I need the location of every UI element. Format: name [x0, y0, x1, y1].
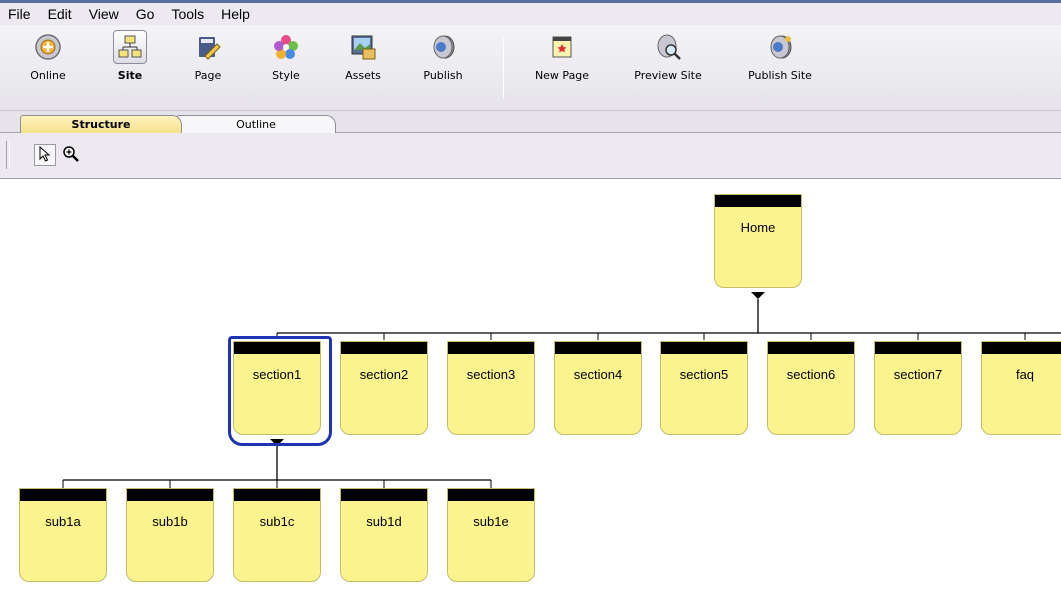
menu-help[interactable]: Help	[219, 5, 252, 23]
page-node-body	[874, 341, 962, 435]
page-node-header	[448, 489, 534, 501]
page-node-label: section1	[252, 367, 302, 382]
zoom-in-icon	[62, 145, 80, 166]
page-node-header	[341, 342, 427, 354]
page-node-body	[19, 488, 107, 582]
page-node-label: section4	[573, 367, 623, 382]
page-node-label: sub1e	[473, 514, 509, 529]
publish-icon	[426, 30, 460, 64]
tab-structure[interactable]: Structure	[20, 115, 182, 133]
page-node-label: sub1d	[366, 514, 402, 529]
online-icon	[31, 30, 65, 64]
style-button[interactable]: Style	[262, 27, 310, 107]
preview-site-icon	[651, 30, 685, 64]
page-node-header	[234, 489, 320, 501]
page-node-header	[234, 342, 320, 354]
page-node-body	[660, 341, 748, 435]
new-page-button[interactable]: New Page	[524, 27, 600, 107]
toolbar-grip[interactable]	[6, 141, 10, 169]
page-node-header	[448, 342, 534, 354]
preview-site-button[interactable]: Preview Site	[630, 27, 706, 107]
pointer-tool-button[interactable]	[34, 144, 56, 166]
page-node-faq[interactable]: faq	[981, 341, 1061, 435]
page-node-header	[875, 342, 961, 354]
page-node-body	[340, 341, 428, 435]
page-node-body	[981, 341, 1061, 435]
assets-button[interactable]: Assets	[338, 27, 388, 107]
page-node-body	[554, 341, 642, 435]
page-node-header	[20, 489, 106, 501]
page-node-body	[126, 488, 214, 582]
pointer-icon	[38, 145, 52, 165]
page-node-sub1a[interactable]: sub1a	[19, 488, 107, 582]
page-node-header	[661, 342, 747, 354]
page-node-sub1b[interactable]: sub1b	[126, 488, 214, 582]
zoom-tool-button[interactable]	[60, 144, 82, 166]
page-node-label: section7	[893, 367, 943, 382]
style-icon	[269, 30, 303, 64]
page-node-label: section6	[786, 367, 836, 382]
new-page-icon	[545, 30, 579, 64]
page-node-label: sub1b	[152, 514, 188, 529]
page-node-label: section3	[466, 367, 516, 382]
expand-triangle-icon	[270, 439, 284, 446]
page-node-label: section2	[359, 367, 409, 382]
page-node-section5[interactable]: section5	[660, 341, 748, 435]
online-button[interactable]: Online	[20, 27, 76, 107]
page-node-header	[555, 342, 641, 354]
page-node-section1[interactable]: section1	[228, 336, 332, 446]
page-node-sub1c[interactable]: sub1c	[233, 488, 321, 582]
publish-button[interactable]: Publish	[416, 27, 470, 107]
menu-edit[interactable]: Edit	[46, 5, 74, 23]
page-node-section2[interactable]: section2	[340, 341, 428, 435]
page-node-section6[interactable]: section6	[767, 341, 855, 435]
page-node-section7[interactable]: section7	[874, 341, 962, 435]
publish-site-icon	[763, 30, 797, 64]
tab-outline[interactable]: Outline	[176, 115, 336, 133]
page-node-body	[767, 341, 855, 435]
site-icon	[113, 30, 147, 64]
page-node-header	[715, 195, 801, 207]
page-node-body	[447, 488, 535, 582]
page-node-body	[233, 341, 321, 435]
site-button[interactable]: Site	[105, 27, 155, 107]
menu-go[interactable]: Go	[134, 5, 157, 23]
page-node-body	[447, 341, 535, 435]
page-node-label: faq	[1015, 367, 1035, 382]
toolbar-separator	[503, 37, 504, 99]
menu-view[interactable]: View	[87, 5, 121, 23]
page-node-header	[982, 342, 1061, 354]
view-tabs: Structure Outline	[0, 111, 1061, 133]
assets-icon	[346, 30, 380, 64]
page-node-sub1d[interactable]: sub1d	[340, 488, 428, 582]
page-node-header	[768, 342, 854, 354]
menu-bar: File Edit View Go Tools Help	[0, 3, 1061, 25]
main-toolbar: Online Site Page Style Assets Publish Ne…	[0, 25, 1061, 111]
page-node-home[interactable]: Home	[714, 194, 802, 288]
page-node-body	[340, 488, 428, 582]
page-node-label: section5	[679, 367, 729, 382]
page-icon	[191, 30, 225, 64]
publish-site-button[interactable]: Publish Site	[744, 27, 816, 107]
expand-triangle-icon	[751, 292, 765, 299]
page-node-section3[interactable]: section3	[447, 341, 535, 435]
page-node-section4[interactable]: section4	[554, 341, 642, 435]
menu-tools[interactable]: Tools	[169, 5, 206, 23]
page-node-label: Home	[740, 220, 776, 235]
page-node-label: sub1a	[45, 514, 81, 529]
menu-file[interactable]: File	[6, 5, 33, 23]
page-button[interactable]: Page	[185, 27, 231, 107]
page-node-body	[714, 194, 802, 288]
page-node-header	[341, 489, 427, 501]
page-node-header	[127, 489, 213, 501]
page-node-sub1e[interactable]: sub1e	[447, 488, 535, 582]
page-node-body	[233, 488, 321, 582]
tool-strip	[0, 133, 1061, 179]
page-node-label: sub1c	[259, 514, 295, 529]
